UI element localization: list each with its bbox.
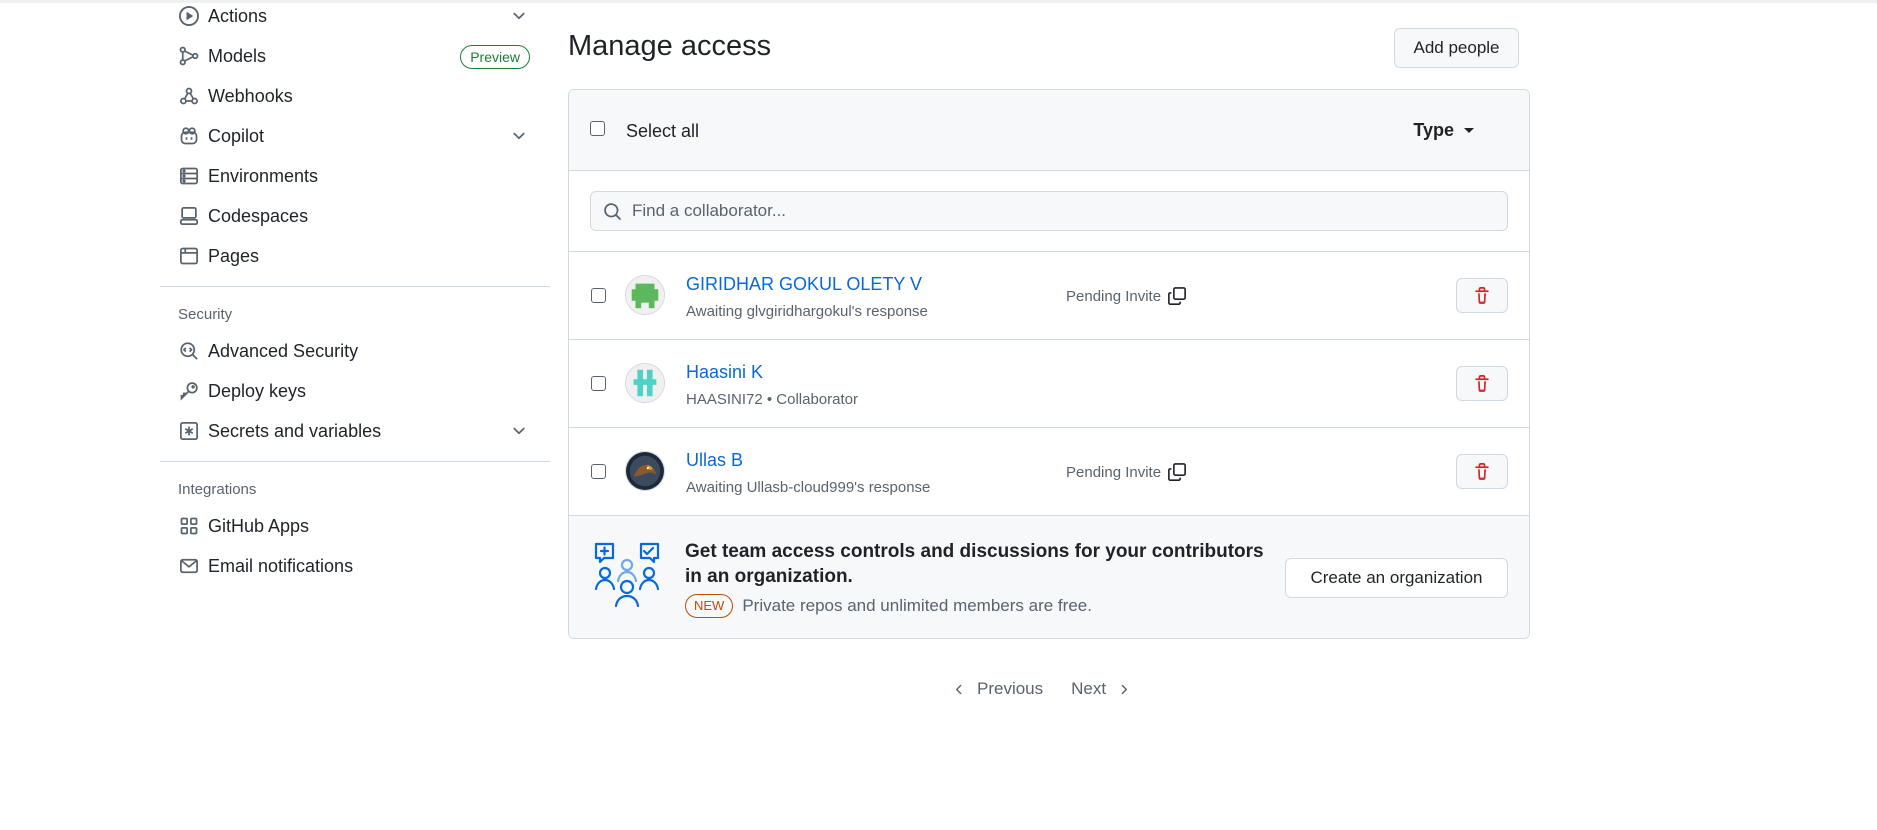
play-icon — [178, 5, 200, 27]
sidebar-item-email-notifications[interactable]: Email notifications — [160, 546, 550, 586]
preview-badge: Preview — [460, 45, 530, 69]
avatar[interactable] — [625, 275, 665, 315]
pending-invite: Pending Invite — [1066, 462, 1187, 482]
trash-icon — [1475, 286, 1489, 304]
next-label: Next — [1071, 679, 1107, 698]
settings-sidebar: Actions Models Preview Webhooks Copilot … — [160, 0, 550, 586]
sidebar-item-label: Deploy keys — [208, 380, 307, 401]
select-all-checkbox[interactable] — [590, 121, 605, 136]
search-row — [569, 171, 1529, 252]
chevron-down-icon[interactable] — [510, 127, 528, 145]
sidebar-item-models[interactable]: Models Preview — [160, 36, 550, 76]
collaborator-name-link[interactable]: Ullas B — [686, 450, 743, 471]
chevron-left-icon — [955, 684, 962, 694]
sidebar-item-label: Advanced Security — [208, 340, 359, 361]
sidebar-item-webhooks[interactable]: Webhooks — [160, 76, 550, 116]
search-field — [590, 191, 1508, 231]
find-collaborator-input[interactable] — [632, 201, 1492, 221]
chevron-down-icon[interactable] — [510, 422, 528, 440]
collaborator-status-text: HAASINI72 • Collaborator — [686, 391, 858, 408]
select-all-label: Select all — [626, 121, 700, 141]
promo-subtext: NEW Private repos and unlimited members … — [685, 594, 1092, 618]
sidebar-item-github-apps[interactable]: GitHub Apps — [160, 506, 550, 546]
sidebar-item-label: Pages — [208, 245, 260, 266]
row-checkbox[interactable] — [591, 464, 606, 479]
sidebar-item-actions[interactable]: Actions — [160, 0, 550, 36]
sidebar-item-label: Codespaces — [208, 205, 309, 226]
codescan-icon — [178, 340, 200, 362]
sidebar-divider — [160, 461, 550, 462]
collaborator-status-text: Awaiting Ullasb-cloud999's response — [686, 479, 931, 496]
sidebar-item-label: Secrets and variables — [208, 420, 382, 441]
remove-collaborator-button[interactable] — [1456, 366, 1508, 401]
next-page-button[interactable]: Next — [1071, 679, 1131, 699]
sidebar-item-label: Actions — [208, 5, 268, 26]
key-icon — [178, 380, 200, 402]
previous-page-button[interactable]: Previous — [952, 679, 1043, 699]
browser-icon — [178, 245, 200, 267]
apps-icon — [178, 515, 200, 537]
search-icon — [604, 202, 621, 220]
trash-icon — [1475, 374, 1489, 392]
sidebar-item-deploy-keys[interactable]: Deploy keys — [160, 371, 550, 411]
models-icon — [178, 45, 200, 67]
sidebar-heading-integrations: Integrations — [178, 480, 257, 498]
sidebar-item-label: Copilot — [208, 125, 265, 146]
collaborators-header: Select all Type — [569, 90, 1529, 171]
team-discussion-icon — [594, 542, 660, 608]
pending-invite: Pending Invite — [1066, 286, 1187, 306]
caret-down-icon — [1464, 128, 1474, 133]
sidebar-item-pages[interactable]: Pages — [160, 236, 550, 276]
promo-title: Get team access controls and discussions… — [685, 541, 1264, 587]
sidebar-item-label: Environments — [208, 165, 319, 186]
avatar[interactable] — [625, 363, 665, 403]
type-filter-dropdown[interactable]: Type — [1413, 120, 1474, 141]
copilot-icon — [178, 125, 200, 147]
remove-collaborator-button[interactable] — [1456, 278, 1508, 313]
sidebar-item-secrets-and-variables[interactable]: Secrets and variables — [160, 411, 550, 451]
remove-collaborator-button[interactable] — [1456, 454, 1508, 489]
avatar[interactable] — [625, 451, 665, 491]
sidebar-heading-security: Security — [178, 305, 233, 323]
pending-invite-label: Pending Invite — [1066, 287, 1162, 305]
add-people-button[interactable]: Add people — [1394, 28, 1519, 68]
collaborator-name-link[interactable]: Haasini K — [686, 362, 763, 383]
collaborator-row: GIRIDHAR GOKUL OLETY V Awaiting glvgirid… — [569, 252, 1529, 340]
copy-icon[interactable] — [1167, 462, 1187, 482]
sidebar-item-environments[interactable]: Environments — [160, 156, 550, 196]
webhook-icon — [178, 85, 200, 107]
new-badge: NEW — [685, 594, 734, 618]
collaborator-row: Ullas B Awaiting Ullasb-cloud999's respo… — [569, 428, 1529, 516]
page-title: Manage access — [568, 30, 772, 62]
mail-icon — [178, 555, 200, 577]
trash-icon — [1475, 462, 1489, 480]
codespaces-icon — [178, 205, 200, 227]
pending-invite-label: Pending Invite — [1066, 463, 1162, 481]
server-icon — [178, 165, 200, 187]
chevron-down-icon[interactable] — [510, 7, 528, 25]
row-checkbox[interactable] — [591, 288, 606, 303]
collaborator-status-text: Awaiting glvgiridhargokul's response — [686, 303, 928, 320]
sidebar-item-label: GitHub Apps — [208, 515, 310, 536]
sidebar-item-label: Email notifications — [208, 555, 354, 576]
type-filter-label: Type — [1413, 120, 1454, 140]
copy-icon[interactable] — [1167, 286, 1187, 306]
sidebar-item-label: Models — [208, 45, 267, 66]
pagination: Previous Next — [952, 679, 1131, 699]
asterisk-icon — [178, 420, 200, 442]
chevron-right-icon — [1121, 684, 1128, 694]
collaborator-name-link[interactable]: GIRIDHAR GOKUL OLETY V — [686, 274, 922, 295]
create-organization-button[interactable]: Create an organization — [1285, 558, 1508, 598]
collaborators-box: Select all Type GIRIDHAR GOKUL OLETY V A… — [568, 89, 1530, 639]
row-checkbox[interactable] — [591, 376, 606, 391]
promo-text: Private repos and unlimited members are … — [742, 596, 1092, 615]
sidebar-item-codespaces[interactable]: Codespaces — [160, 196, 550, 236]
sidebar-divider — [160, 286, 550, 287]
previous-label: Previous — [977, 679, 1044, 698]
sidebar-item-advanced-security[interactable]: Advanced Security — [160, 331, 550, 371]
sidebar-item-label: Webhooks — [208, 85, 293, 106]
sidebar-item-copilot[interactable]: Copilot — [160, 116, 550, 156]
collaborator-row: Haasini K HAASINI72 • Collaborator — [569, 340, 1529, 428]
organization-promo: Get team access controls and discussions… — [569, 516, 1529, 638]
